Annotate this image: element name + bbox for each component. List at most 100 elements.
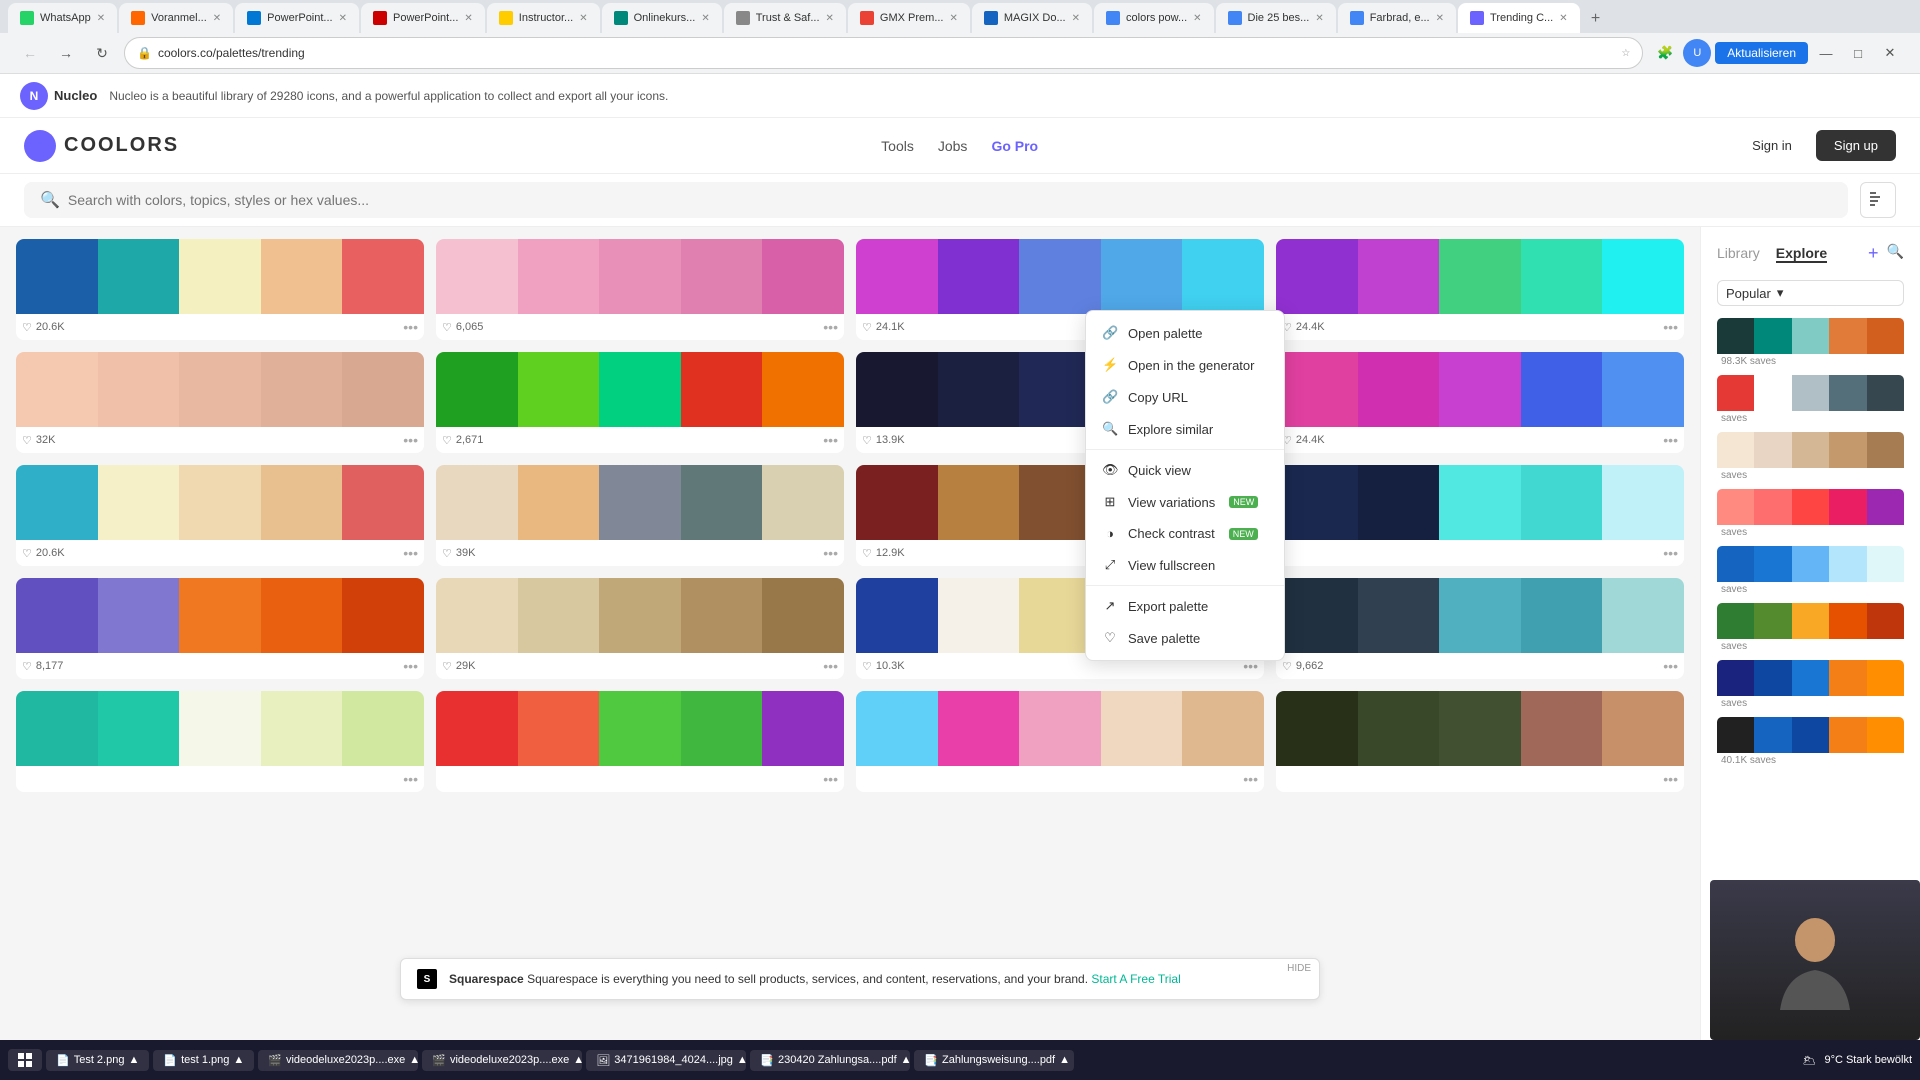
tab-whatsapp[interactable]: WhatsApp ✕ <box>8 3 117 33</box>
download-arrow[interactable]: ▲ <box>128 1054 139 1066</box>
grid-view-button[interactable] <box>1860 182 1896 218</box>
palette-more-button[interactable]: ••• <box>823 658 838 674</box>
download-arrow[interactable]: ▲ <box>233 1054 244 1066</box>
tab-close-trending[interactable]: ✕ <box>1559 13 1567 24</box>
tab-trust[interactable]: Trust & Saf... ✕ <box>724 3 846 33</box>
tab-pp1[interactable]: PowerPoint... ✕ <box>235 3 359 33</box>
taskbar-start[interactable] <box>8 1049 42 1071</box>
context-menu-item-open-generator[interactable]: ⚡Open in the generator <box>1086 349 1284 381</box>
taskbar-video1[interactable]: 🎬 videodeluxe2023p....exe ▲ <box>258 1050 418 1071</box>
reload-button[interactable]: ↻ <box>88 39 116 67</box>
mini-palette-item[interactable]: saves <box>1717 546 1904 597</box>
palette-more-button[interactable]: ••• <box>1243 771 1258 787</box>
context-menu-item-explore-similar[interactable]: 🔍Explore similar <box>1086 413 1284 445</box>
context-menu-item-check-contrast[interactable]: ◑Check contrastNEW <box>1086 518 1284 549</box>
taskbar-file-test1[interactable]: 📄 test 1.png ▲ <box>153 1050 254 1071</box>
back-button[interactable]: ← <box>16 39 44 67</box>
context-menu-item-view-fullscreen[interactable]: ⤢View fullscreen <box>1086 549 1284 581</box>
sidebar-search-button[interactable]: 🔍 <box>1887 243 1904 264</box>
profile-button[interactable]: U <box>1683 39 1711 67</box>
nav-gopro[interactable]: Go Pro <box>991 138 1038 154</box>
palette-more-button[interactable]: ••• <box>823 319 838 335</box>
taskbar-video2[interactable]: 🎬 videodeluxe2023p....exe ▲ <box>422 1050 582 1071</box>
palette-card[interactable]: ♡6,065••• <box>436 239 844 340</box>
extensions-button[interactable]: 🧩 <box>1651 39 1679 67</box>
palette-more-button[interactable]: ••• <box>823 771 838 787</box>
mini-palette-item[interactable]: saves <box>1717 603 1904 654</box>
ad-hide-button[interactable]: HIDE <box>1287 963 1311 974</box>
tab-die25[interactable]: Die 25 bes... ✕ <box>1216 3 1336 33</box>
context-menu-item-quick-view[interactable]: 👁Quick view <box>1086 454 1284 486</box>
tab-farbrad[interactable]: Farbrad, e... ✕ <box>1338 3 1456 33</box>
address-bar[interactable]: 🔒 coolors.co/palettes/trending ☆ <box>124 37 1643 69</box>
library-tab[interactable]: Library <box>1717 245 1760 263</box>
download-arrow[interactable]: ▲ <box>409 1054 418 1066</box>
tab-close-pp2[interactable]: ✕ <box>464 13 472 24</box>
palette-card[interactable]: ••• <box>436 691 844 792</box>
palette-card[interactable]: ♡24.4K••• <box>1276 352 1684 453</box>
context-menu-item-view-variations[interactable]: ⊞View variationsNEW <box>1086 486 1284 518</box>
nav-tools[interactable]: Tools <box>881 138 914 154</box>
palette-more-button[interactable]: ••• <box>403 658 418 674</box>
mini-palette-item[interactable]: 98.3K saves <box>1717 318 1904 369</box>
palette-card[interactable]: ♡20.6K••• <box>16 239 424 340</box>
mini-palette-item[interactable]: saves <box>1717 489 1904 540</box>
palette-card[interactable]: ♡32K••• <box>16 352 424 453</box>
tab-close-pp1[interactable]: ✕ <box>339 13 347 24</box>
context-menu-item-export-palette[interactable]: ↗Export palette <box>1086 590 1284 622</box>
download-arrow[interactable]: ▲ <box>1059 1054 1070 1066</box>
mini-palette-item[interactable]: 40.1K saves <box>1717 717 1904 768</box>
palette-more-button[interactable]: ••• <box>403 319 418 335</box>
palette-card[interactable]: ♡24.4K••• <box>1276 239 1684 340</box>
mini-palette-item[interactable]: saves <box>1717 375 1904 426</box>
aktualisieren-button[interactable]: Aktualisieren <box>1715 42 1808 64</box>
palette-more-button[interactable]: ••• <box>1663 432 1678 448</box>
palette-card[interactable]: ♡9,662••• <box>1276 578 1684 679</box>
palette-card[interactable]: ••• <box>1276 691 1684 792</box>
palette-card[interactable]: ••• <box>856 691 1264 792</box>
palette-more-button[interactable]: ••• <box>823 545 838 561</box>
tab-close-gmx[interactable]: ✕ <box>949 13 957 24</box>
coolors-logo[interactable]: coolors <box>24 130 179 162</box>
taskbar-img[interactable]: 🖼 3471961984_4024....jpg ▲ <box>586 1050 746 1071</box>
tab-close-die25[interactable]: ✕ <box>1315 13 1323 24</box>
tab-close-trust[interactable]: ✕ <box>826 13 834 24</box>
tab-gmx[interactable]: GMX Prem... ✕ <box>848 3 970 33</box>
new-tab-button[interactable]: + <box>1582 5 1610 33</box>
taskbar-file-test2[interactable]: 📄 Test 2.png ▲ <box>46 1050 149 1071</box>
tab-pp2[interactable]: PowerPoint... ✕ <box>361 3 485 33</box>
minimize-button[interactable]: — <box>1812 39 1840 67</box>
sidebar-add-button[interactable]: + <box>1868 243 1879 264</box>
tab-close-onlinekurs[interactable]: ✕ <box>701 13 709 24</box>
download-arrow[interactable]: ▲ <box>737 1054 746 1066</box>
tab-close-farbrad[interactable]: ✕ <box>1436 13 1444 24</box>
tab-trending[interactable]: Trending C... ✕ <box>1458 3 1580 33</box>
palette-more-button[interactable]: ••• <box>823 432 838 448</box>
tab-close-instructor[interactable]: ✕ <box>579 13 587 24</box>
sign-up-button[interactable]: Sign up <box>1816 130 1896 161</box>
close-button[interactable]: ✕ <box>1876 39 1904 67</box>
tab-voranmel[interactable]: Voranmel... ✕ <box>119 3 233 33</box>
context-menu-item-copy-url[interactable]: 🔗Copy URL <box>1086 381 1284 413</box>
sign-in-button[interactable]: Sign in <box>1740 132 1804 159</box>
palette-more-button[interactable]: ••• <box>1663 658 1678 674</box>
palette-card[interactable]: ••• <box>1276 465 1684 566</box>
tab-close-voranmel[interactable]: ✕ <box>213 13 221 24</box>
taskbar-pdf1[interactable]: 📑 230420 Zahlungsa....pdf ▲ <box>750 1050 910 1071</box>
palette-card[interactable]: ♡39K••• <box>436 465 844 566</box>
tab-instructor[interactable]: Instructor... ✕ <box>487 3 600 33</box>
palette-more-button[interactable]: ••• <box>403 432 418 448</box>
palette-more-button[interactable]: ••• <box>1663 771 1678 787</box>
tab-close-magix[interactable]: ✕ <box>1072 13 1080 24</box>
palette-card[interactable]: ♡8,177••• <box>16 578 424 679</box>
tab-magix[interactable]: MAGIX Do... ✕ <box>972 3 1092 33</box>
context-menu-item-save-palette[interactable]: ♡Save palette <box>1086 622 1284 654</box>
palette-more-button[interactable]: ••• <box>1663 545 1678 561</box>
palette-card[interactable]: ♡29K••• <box>436 578 844 679</box>
tab-colors[interactable]: colors pow... ✕ <box>1094 3 1214 33</box>
palette-card[interactable]: ••• <box>16 691 424 792</box>
palette-card[interactable]: ♡2,671••• <box>436 352 844 453</box>
palette-more-button[interactable]: ••• <box>403 545 418 561</box>
download-arrow[interactable]: ▲ <box>901 1054 911 1066</box>
context-menu-item-open-palette[interactable]: 🔗Open palette <box>1086 317 1284 349</box>
